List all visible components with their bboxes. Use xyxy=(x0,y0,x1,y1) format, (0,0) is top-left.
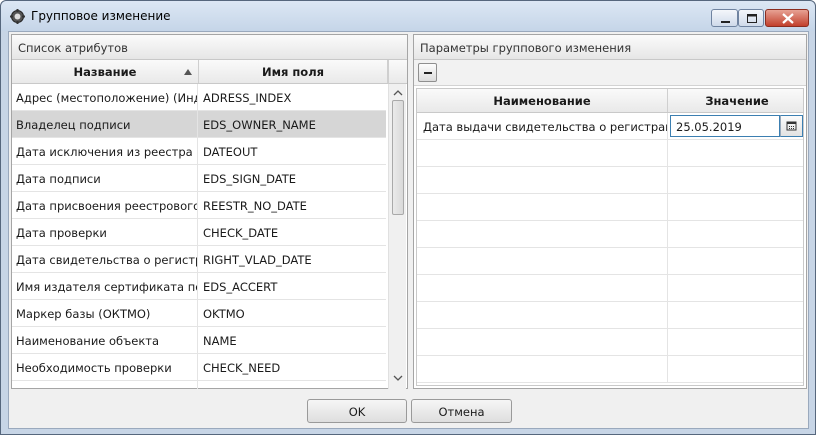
empty-row xyxy=(417,329,803,356)
scroll-up-icon[interactable] xyxy=(393,88,403,98)
empty-row xyxy=(417,140,803,167)
sort-ascending-icon xyxy=(184,69,192,75)
column-header-name[interactable]: Название xyxy=(12,60,199,83)
table-row[interactable]: Дата подписи EDS_SIGN_DATE xyxy=(12,165,386,192)
attribute-name-cell: Маркер базы (ОКТМО) xyxy=(12,300,198,327)
empty-cell xyxy=(417,140,668,167)
attribute-name-cell: Дата подписи xyxy=(12,165,198,192)
maximize-icon xyxy=(747,14,757,23)
empty-cell xyxy=(417,329,668,356)
table-row[interactable]: Владелец подписи EDS_OWNER_NAME xyxy=(12,111,386,138)
table-row[interactable]: Дата присвоения реестрового ... REESTR_NO… xyxy=(12,192,386,219)
attribute-field-cell: RIGHT_VLAD_NO xyxy=(199,381,386,389)
column-header-name-label: Название xyxy=(73,65,137,79)
attribute-name-cell: Дата проверки xyxy=(12,219,198,246)
table-row[interactable]: Н...RIGHT_VLAD_NO xyxy=(12,381,386,389)
scroll-down-icon[interactable] xyxy=(393,373,403,383)
empty-cell xyxy=(417,248,668,275)
attribute-name-cell: Имя издателя сертификата по... xyxy=(12,273,198,300)
empty-row xyxy=(417,167,803,194)
calendar-icon xyxy=(786,121,797,131)
empty-cell xyxy=(417,194,668,221)
cancel-button[interactable]: Отмена xyxy=(411,399,512,423)
table-row[interactable]: Адрес (местоположение) (Инд... ADRESS_IND… xyxy=(12,84,386,111)
empty-row xyxy=(417,275,803,302)
minus-icon xyxy=(424,72,432,74)
param-name: Дата выдачи свидетельства о регистрации.… xyxy=(417,113,668,140)
empty-cell xyxy=(417,221,668,248)
remove-param-button[interactable] xyxy=(418,63,437,82)
window-title: Групповое изменение xyxy=(31,9,171,23)
attribute-field-cell: RIGHT_VLAD_DATE xyxy=(203,253,312,267)
close-icon xyxy=(782,13,794,24)
params-toolbar xyxy=(414,60,806,86)
empty-row xyxy=(417,221,803,248)
date-value-input[interactable]: 25.05.2019 xyxy=(670,115,780,137)
attribute-field-cell: DATEOUT xyxy=(203,145,258,159)
ok-button[interactable]: OK xyxy=(307,399,407,423)
attribute-field-cell: ADRESS_INDEX xyxy=(203,91,292,105)
attribute-field-cell: CHECK_NEED xyxy=(203,361,281,375)
attributes-panel: Список атрибутов Название Имя поля Адрес… xyxy=(11,34,408,389)
close-button[interactable] xyxy=(765,9,809,27)
attribute-field-cell: NAME xyxy=(203,334,237,348)
table-row[interactable]: Дата свидетельства о регистра... RIGHT_VL… xyxy=(12,246,386,273)
empty-cell xyxy=(417,302,668,329)
attribute-field-cell: OKTMO xyxy=(203,307,245,321)
attribute-field-cell: EDS_SIGN_DATE xyxy=(203,172,297,186)
table-row[interactable]: Маркер базы (ОКТМО) OKTMO xyxy=(12,300,386,327)
attributes-table-body: Адрес (местоположение) (Инд... ADRESS_IND… xyxy=(12,84,386,389)
maximize-button[interactable] xyxy=(738,9,764,27)
params-table-header: Наименование Значение xyxy=(417,89,803,113)
minimize-button[interactable] xyxy=(711,9,738,27)
table-row[interactable]: Имя издателя сертификата по... EDS_ACCERT xyxy=(12,273,386,300)
empty-cell xyxy=(417,356,668,383)
table-row[interactable]: Наименование объекта NAME xyxy=(12,327,386,354)
attribute-field-cell: REESTR_NO_DATE xyxy=(203,199,307,213)
attribute-name-cell: Дата исключения из реестра xyxy=(12,138,198,165)
date-picker-button[interactable] xyxy=(780,115,803,137)
empty-row xyxy=(417,302,803,329)
attribute-field-cell: EDS_ACCERT xyxy=(203,280,278,294)
attributes-panel-title: Список атрибутов xyxy=(12,35,407,60)
params-panel: Параметры группового изменения Наименова… xyxy=(413,34,807,389)
dialog-window: Групповое изменение Список атрибутов Наз… xyxy=(0,0,816,435)
column-header-field[interactable]: Имя поля xyxy=(199,60,388,83)
params-panel-title: Параметры группового изменения xyxy=(414,35,806,60)
empty-row xyxy=(417,194,803,221)
attributes-scrollbar[interactable] xyxy=(388,84,406,389)
table-row[interactable]: Дата исключения из реестра DATEOUT xyxy=(12,138,386,165)
empty-cell xyxy=(417,275,668,302)
attribute-name-cell: Владелец подписи xyxy=(12,111,198,138)
table-row[interactable]: Дата проверки CHECK_DATE xyxy=(12,219,386,246)
attribute-name-cell: Н... xyxy=(12,381,198,389)
attribute-field-cell: EDS_OWNER_NAME xyxy=(203,118,316,132)
attribute-name-cell: Адрес (местоположение) (Инд... xyxy=(12,84,198,111)
scrollbar-thumb[interactable] xyxy=(392,100,404,215)
empty-cell xyxy=(417,167,668,194)
attribute-name-cell: Дата свидетельства о регистра... xyxy=(12,246,198,273)
column-header-field-label: Имя поля xyxy=(261,65,325,79)
params-table: Наименование Значение Дата выдачи свидет… xyxy=(416,88,804,386)
title-bar[interactable]: Групповое изменение xyxy=(1,1,815,31)
empty-row xyxy=(417,356,803,383)
attribute-name-cell: Дата присвоения реестрового ... xyxy=(12,192,198,219)
dialog-client-area: Список атрибутов Название Имя поля Адрес… xyxy=(8,31,809,429)
column-header-param-value[interactable]: Значение xyxy=(669,89,803,112)
attribute-name-cell: Наименование объекта xyxy=(12,327,198,354)
column-header-param-name[interactable]: Наименование xyxy=(417,89,668,112)
header-corner xyxy=(388,60,407,84)
empty-row xyxy=(417,248,803,275)
param-row[interactable]: Дата выдачи свидетельства о регистрации.… xyxy=(417,113,803,140)
table-row[interactable]: Необходимость проверки CHECK_NEED xyxy=(12,354,386,381)
minimize-icon xyxy=(721,21,730,23)
attribute-name-cell: Необходимость проверки xyxy=(12,354,198,381)
attributes-table-header: Название Имя поля xyxy=(12,60,388,84)
gear-icon xyxy=(10,9,25,24)
attribute-field-cell: CHECK_DATE xyxy=(203,226,279,240)
